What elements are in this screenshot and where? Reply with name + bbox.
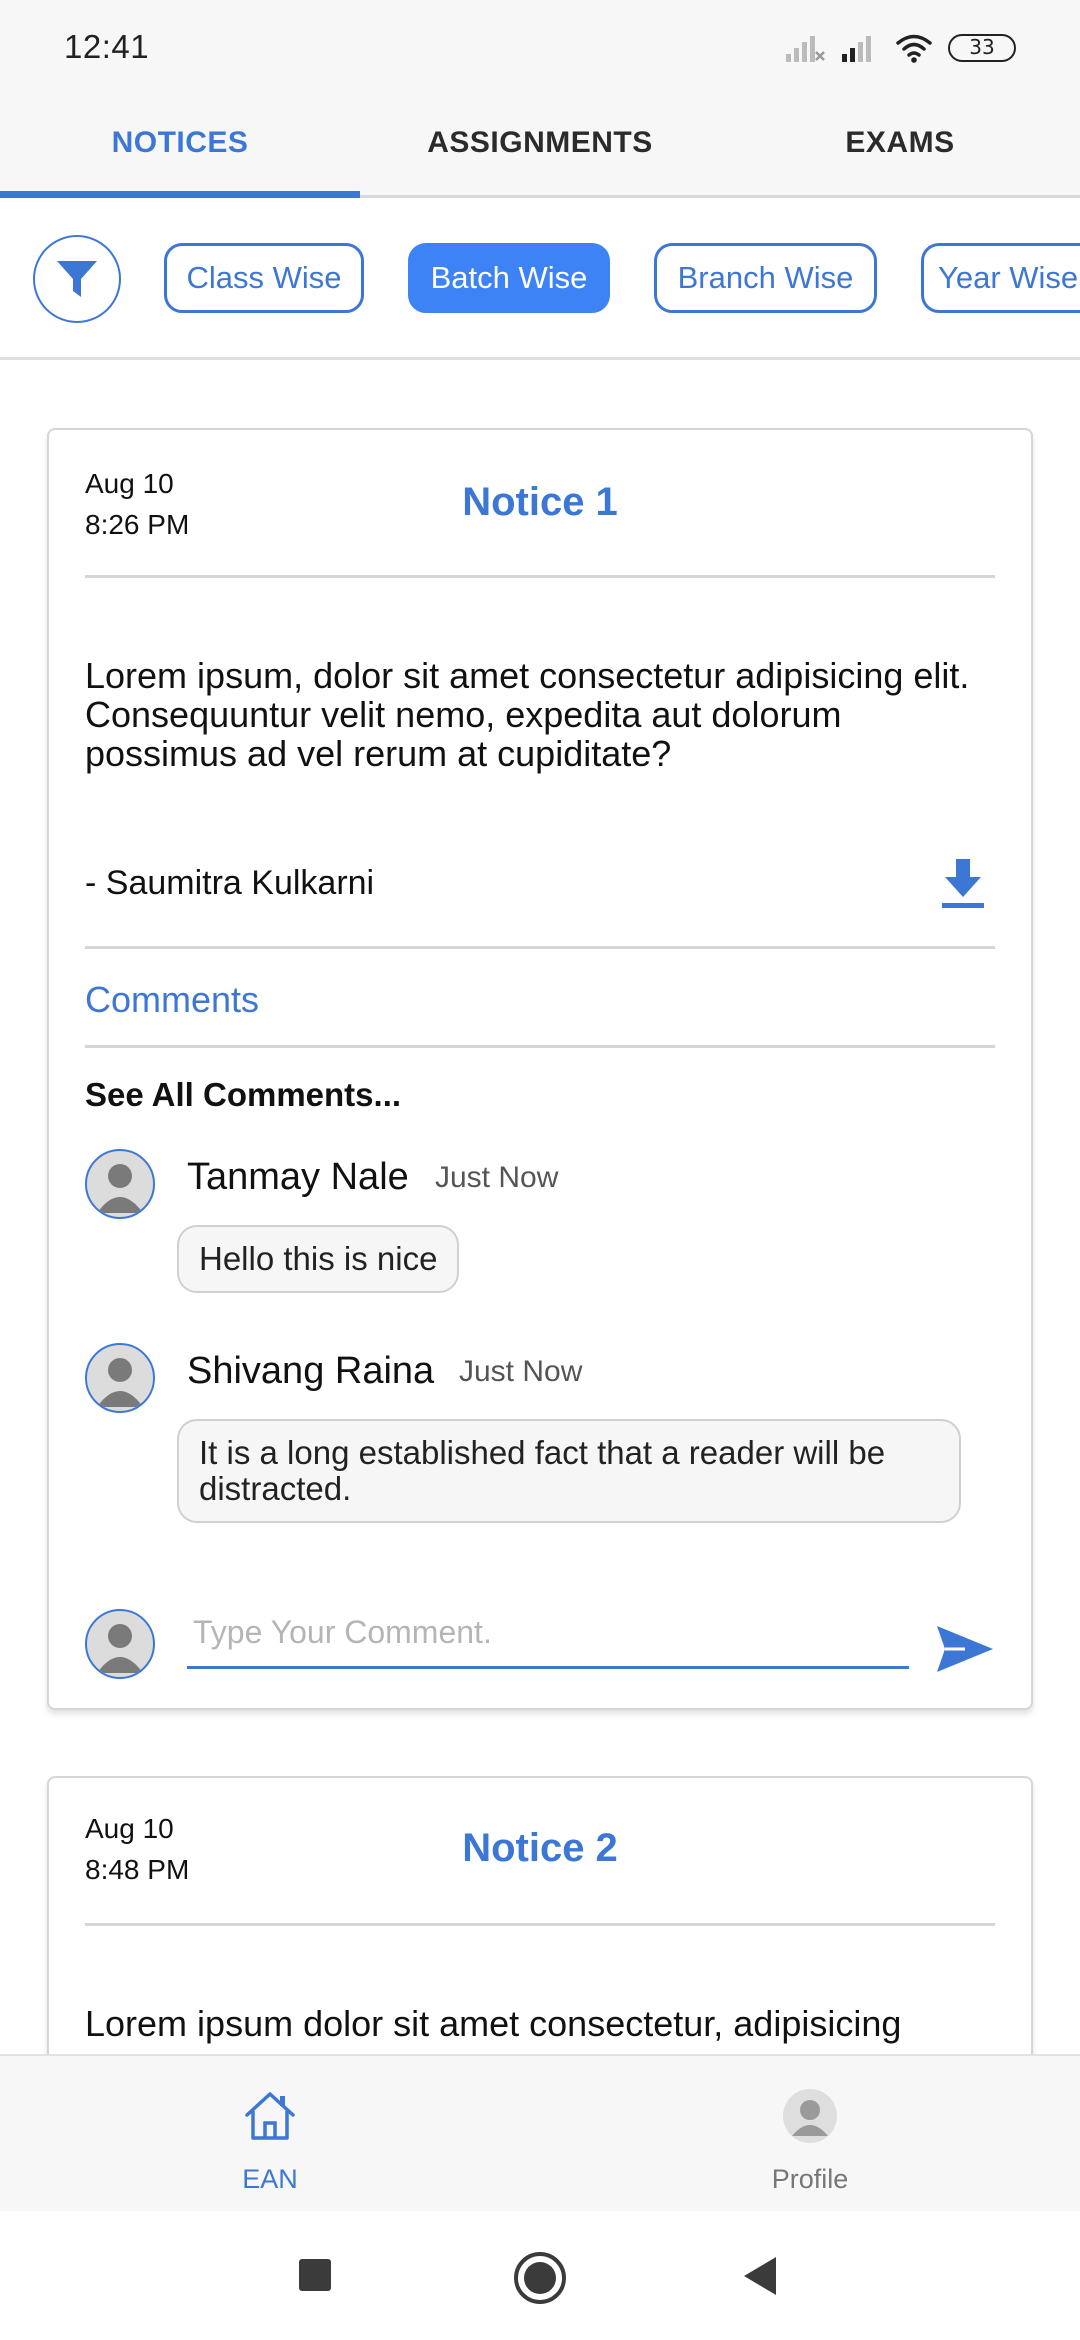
nav-label: Profile — [771, 2164, 849, 2194]
avatar — [85, 1609, 155, 1679]
chip-branch-wise[interactable]: Branch Wise — [654, 243, 877, 313]
wifi-icon — [896, 34, 932, 63]
bottom-nav: EAN Profile — [0, 2054, 1080, 2211]
top-tabs: NOTICES ASSIGNMENTS EXAMS — [0, 90, 1080, 198]
divider — [85, 575, 995, 578]
status-bar: 12:41 33 — [0, 0, 1080, 90]
recents-icon[interactable] — [298, 2258, 332, 2292]
status-time: 12:41 — [64, 28, 150, 65]
notice-body: Lorem ipsum, dolor sit amet consectetur … — [85, 655, 970, 774]
divider — [85, 1923, 995, 1926]
comment-author: Tanmay Nale — [187, 1156, 409, 1198]
notice-body: Lorem ipsum dolor sit amet consectetur, … — [85, 2003, 902, 2044]
chip-year-wise[interactable]: Year Wise — [921, 243, 1080, 313]
notice-title: Notice 2 — [462, 1826, 618, 1870]
see-all-comments-link[interactable]: See All Comments... — [85, 1076, 401, 1114]
notice-title: Notice 1 — [462, 480, 618, 524]
filter-button[interactable] — [33, 235, 121, 323]
send-icon[interactable] — [935, 1622, 995, 1676]
battery-icon: 33 — [948, 34, 1016, 62]
signal-icon — [842, 36, 871, 62]
tab-assignments[interactable]: ASSIGNMENTS — [360, 90, 720, 195]
comment-time: Just Now — [435, 1161, 559, 1194]
profile-icon — [783, 2089, 837, 2143]
nav-label: EAN — [242, 2164, 298, 2194]
chip-class-wise[interactable]: Class Wise — [164, 243, 364, 313]
comment-bubble: Hello this is nice — [177, 1225, 460, 1293]
nav-item-ean[interactable]: EAN — [0, 2056, 540, 2213]
notice-author: - Saumitra Kulkarni — [85, 864, 375, 902]
notice-card: Aug 10 8:26 PM Notice 1 Lorem ipsum, dol… — [47, 428, 1033, 1710]
status-icons: 33 — [784, 30, 1016, 66]
comment-input[interactable] — [187, 1599, 909, 1669]
user-icon — [97, 1358, 143, 1407]
avatar — [85, 1343, 155, 1413]
system-nav-bar — [0, 2211, 1080, 2340]
back-icon[interactable] — [742, 2255, 778, 2297]
comment-time: Just Now — [459, 1355, 583, 1388]
home-button-icon[interactable] — [513, 2251, 567, 2305]
avatar — [85, 1149, 155, 1219]
comment-bubble: It is a long established fact that a rea… — [177, 1419, 961, 1523]
nav-item-profile[interactable]: Profile — [540, 2056, 1080, 2213]
user-icon — [97, 1624, 143, 1673]
filter-icon — [57, 261, 97, 297]
download-icon[interactable] — [939, 857, 987, 909]
comment-author: Shivang Raina — [187, 1350, 435, 1392]
divider — [85, 946, 995, 949]
chip-batch-wise[interactable]: Batch Wise — [408, 243, 610, 313]
comments-label: Comments — [85, 979, 260, 1020]
user-icon — [97, 1164, 143, 1213]
filter-row: Class Wise Batch Wise Branch Wise Year W… — [0, 198, 1080, 360]
tab-notices[interactable]: NOTICES — [0, 90, 360, 198]
signal-off-icon — [786, 36, 825, 62]
tab-exams[interactable]: EXAMS — [720, 90, 1080, 195]
divider — [85, 1045, 995, 1048]
home-icon — [245, 2092, 295, 2140]
